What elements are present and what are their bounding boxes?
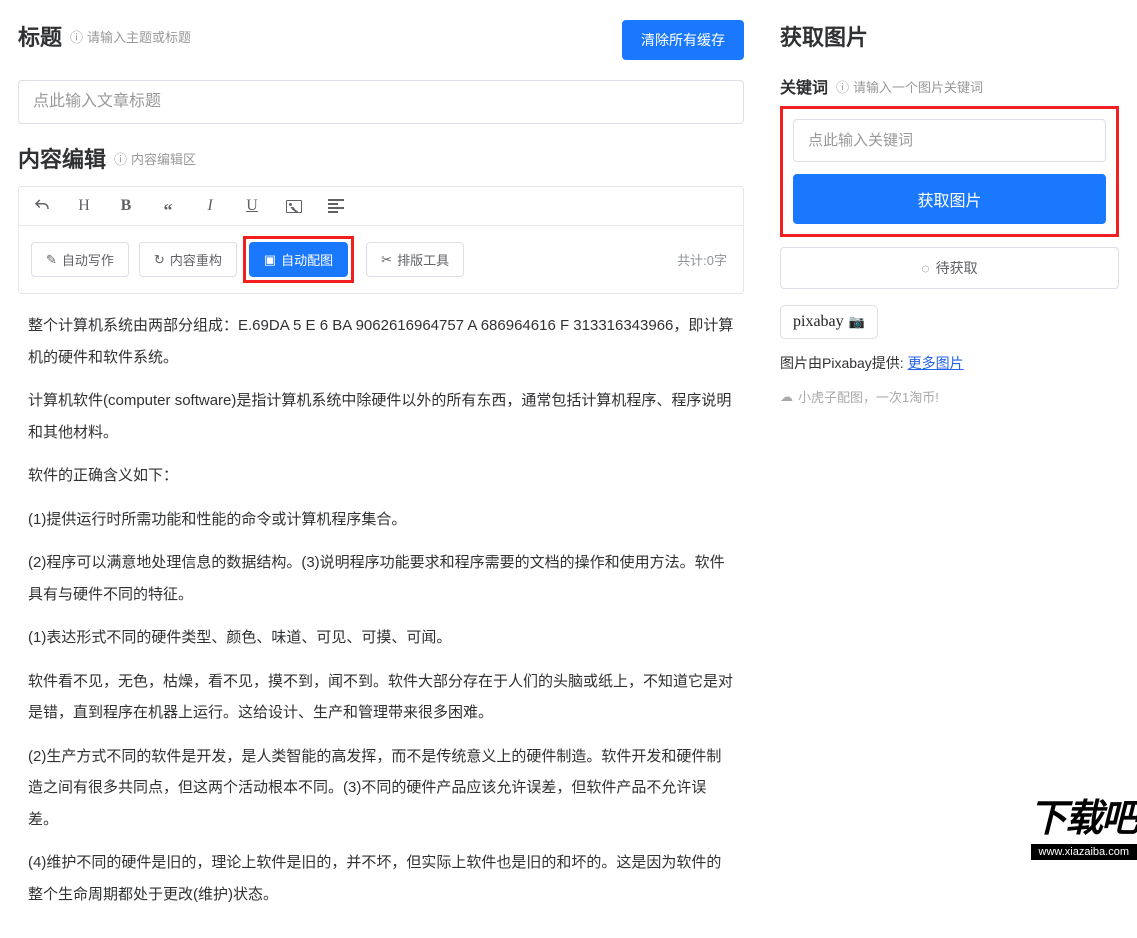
undo-icon[interactable]	[31, 195, 53, 217]
watermark: 下载吧 www.xiazaiba.com	[1029, 787, 1137, 860]
credit-line: 图片由Pixabay提供: 更多图片	[780, 353, 1119, 373]
title-section-header: 标题 请输入主题或标题	[18, 20, 191, 52]
camera-icon: 📷	[846, 314, 865, 329]
align-left-icon[interactable]	[325, 195, 347, 217]
layout-icon: ✂	[381, 252, 392, 268]
content-restructure-button[interactable]: ↻ 内容重构	[139, 242, 237, 277]
content-edit-hint: 内容编辑区	[114, 149, 196, 168]
pencil-icon: ✎	[46, 252, 57, 268]
content-paragraph: (4)维护不同的硬件是旧的，理论上软件是旧的，并不坏，但实际上软件也是旧的和坏的…	[28, 847, 734, 910]
auto-write-label: 自动写作	[62, 250, 114, 269]
title-input[interactable]	[18, 80, 744, 124]
title-label: 标题	[18, 20, 62, 52]
heading-icon[interactable]: H	[73, 195, 95, 217]
more-images-link[interactable]: 更多图片	[908, 355, 964, 371]
fetch-image-button[interactable]: 获取图片	[793, 174, 1106, 224]
auto-write-button[interactable]: ✎ 自动写作	[31, 242, 129, 277]
pixabay-badge: pixabay 📷	[780, 305, 878, 339]
footer-note: ☁ 小虎子配图，一次1淘币!	[780, 387, 1119, 406]
action-toolbar: ✎ 自动写作 ↻ 内容重构 ▣ 自动配图 ✂ 排版工具 共计:0字	[19, 226, 743, 293]
auto-image-button[interactable]: ▣ 自动配图	[249, 242, 348, 277]
content-section-header: 内容编辑 内容编辑区	[18, 142, 744, 174]
content-restructure-label: 内容重构	[170, 250, 222, 269]
keyword-highlight-box: 获取图片	[780, 106, 1119, 237]
layout-tool-button[interactable]: ✂ 排版工具	[366, 242, 464, 277]
refresh-icon: ↻	[154, 252, 165, 268]
watermark-text: 下载吧	[1029, 787, 1137, 842]
content-paragraph: (1)提供运行时所需功能和性能的命令或计算机程序集合。	[28, 504, 734, 536]
footer-note-text: 小虎子配图，一次1淘币!	[798, 387, 939, 406]
content-paragraph: (2)生产方式不同的软件是开发，是人类智能的高发挥，而不是传统意义上的硬件制造。…	[28, 741, 734, 836]
keyword-header: 关键词 请输入一个图片关键词	[780, 74, 1119, 98]
keyword-input[interactable]	[793, 119, 1106, 162]
format-toolbar: H B “ I U	[19, 187, 743, 226]
auto-image-highlight: ▣ 自动配图	[243, 236, 354, 283]
editor-content[interactable]: 整个计算机系统由两部分组成：E.69DA 5 E 6 BA 9062616964…	[18, 294, 744, 938]
right-panel: 获取图片 关键词 请输入一个图片关键词 获取图片 ◌ 待获取 pixabay 📷…	[762, 0, 1137, 860]
bold-icon[interactable]: B	[115, 195, 137, 217]
clear-cache-button[interactable]: 清除所有缓存	[622, 20, 744, 60]
image-icon[interactable]	[283, 195, 305, 217]
title-hint: 请输入主题或标题	[70, 27, 191, 46]
status-label: 待获取	[936, 258, 978, 278]
fetch-image-title: 获取图片	[780, 20, 1119, 52]
italic-icon[interactable]: I	[199, 195, 221, 217]
quote-icon[interactable]: “	[157, 195, 179, 217]
keyword-hint: 请输入一个图片关键词	[836, 77, 983, 96]
image-button-icon: ▣	[264, 252, 276, 268]
auto-image-label: 自动配图	[281, 250, 333, 269]
word-counter: 共计:0字	[677, 250, 731, 269]
editor-toolbar-area: H B “ I U ✎ 自动写作 ↻ 内容重构 ▣ 自动配图	[18, 186, 744, 294]
content-paragraph: 软件看不见，无色，枯燥，看不见，摸不到，闻不到。软件大部分存在于人们的头脑或纸上…	[28, 666, 734, 729]
title-header-row: 标题 请输入主题或标题 清除所有缓存	[18, 20, 744, 66]
content-paragraph: (2)程序可以满意地处理信息的数据结构。(3)说明程序功能要求和程序需要的文档的…	[28, 547, 734, 610]
credit-prefix: 图片由Pixabay提供:	[780, 355, 908, 371]
underline-icon[interactable]: U	[241, 195, 263, 217]
keyword-label: 关键词	[780, 74, 828, 98]
content-paragraph: (1)表达形式不同的硬件类型、颜色、味道、可见、可摸、可闻。	[28, 622, 734, 654]
status-button[interactable]: ◌ 待获取	[780, 247, 1119, 289]
content-paragraph: 软件的正确含义如下：	[28, 460, 734, 492]
pixabay-text: pixabay	[793, 313, 844, 330]
watermark-url: www.xiazaiba.com	[1031, 844, 1137, 860]
content-paragraph: 计算机软件(computer software)是指计算机系统中除硬件以外的所有…	[28, 385, 734, 448]
left-panel: 标题 请输入主题或标题 清除所有缓存 内容编辑 内容编辑区 H B “ I U …	[0, 0, 762, 860]
loading-icon: ◌	[921, 260, 929, 276]
cloud-icon: ☁	[780, 389, 793, 405]
content-paragraph: 整个计算机系统由两部分组成：E.69DA 5 E 6 BA 9062616964…	[28, 310, 734, 373]
content-edit-label: 内容编辑	[18, 142, 106, 174]
layout-tool-label: 排版工具	[397, 250, 449, 269]
